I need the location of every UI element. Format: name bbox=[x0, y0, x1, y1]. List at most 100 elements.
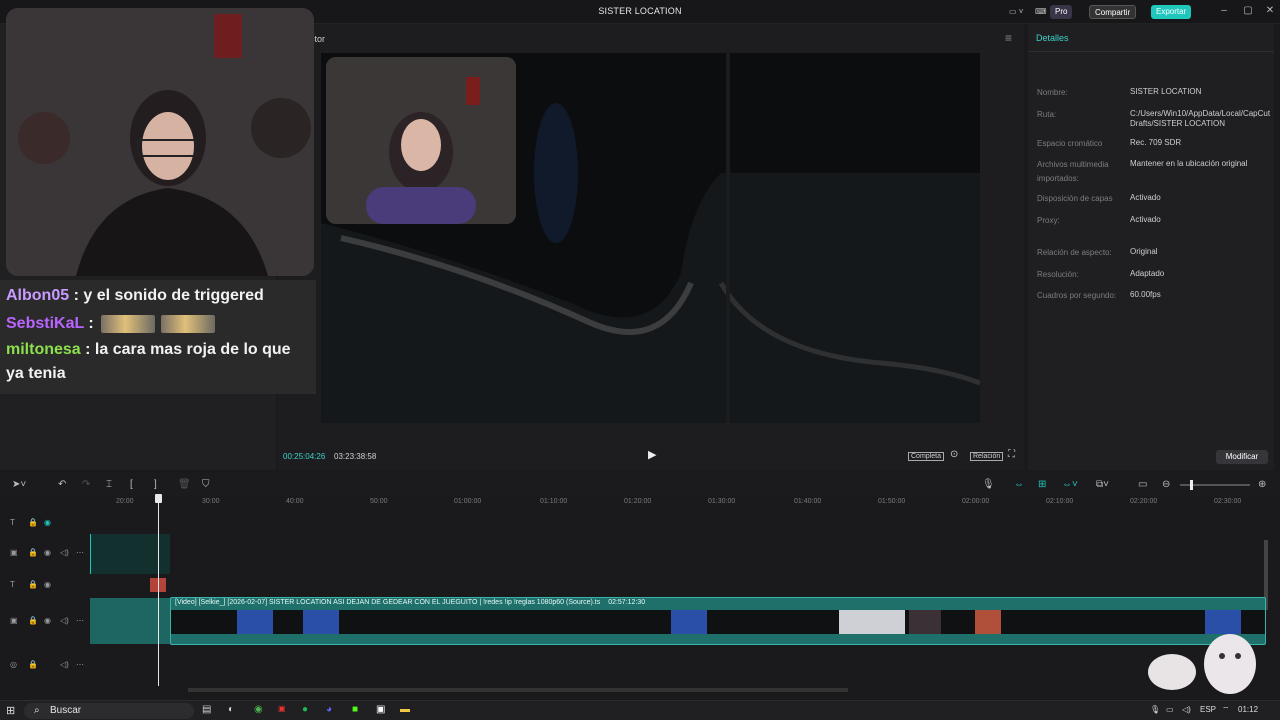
more-icon[interactable]: ⋯ bbox=[76, 616, 84, 625]
detail-label: Archivos multimedia importados: bbox=[1037, 160, 1109, 183]
split-icon[interactable]: ⌶ bbox=[106, 479, 112, 490]
chrome-icon[interactable]: ◉ bbox=[254, 704, 263, 715]
zoom-in-icon[interactable]: ⊕ bbox=[1258, 479, 1266, 490]
streamer-image bbox=[326, 57, 516, 224]
chat-username: Albon05 bbox=[6, 287, 70, 304]
timeline-scrollbar[interactable] bbox=[188, 688, 848, 692]
eye-icon[interactable]: ◉ bbox=[44, 518, 51, 527]
chat-message: miltonesa : la cara mas roja de lo que y… bbox=[6, 338, 310, 386]
playhead[interactable] bbox=[155, 494, 162, 686]
folder-icon[interactable]: ▬ bbox=[400, 704, 410, 715]
export-button[interactable]: Exportar bbox=[1151, 5, 1192, 19]
volume-icon[interactable]: ◁) bbox=[1182, 705, 1191, 714]
main-video-clip[interactable]: [Video] [Selkie_] [2026-02-07] SISTER LO… bbox=[170, 597, 1266, 645]
shield-icon[interactable]: ⛉ bbox=[202, 479, 210, 490]
detail-value: Mantener en la ubicación original bbox=[1130, 159, 1248, 168]
kick-icon[interactable]: ■ bbox=[352, 704, 358, 715]
capcut-icon[interactable]: ▣ bbox=[376, 704, 385, 715]
zoom-slider[interactable] bbox=[1180, 480, 1250, 490]
ratio-button[interactable]: Relación bbox=[970, 452, 1004, 461]
redo-icon[interactable]: ↷ bbox=[82, 479, 90, 490]
minimize-icon[interactable]: – bbox=[1216, 5, 1232, 16]
ruler-tick: 01:50:00 bbox=[878, 498, 906, 505]
focus-icon[interactable]: ⊙ bbox=[950, 449, 958, 460]
zoom-out-icon[interactable]: ⊖ bbox=[1162, 479, 1170, 490]
lock-icon[interactable]: 🔒 bbox=[28, 518, 38, 527]
close-icon[interactable]: ✕ bbox=[1262, 5, 1278, 16]
timeline-ruler[interactable]: 20:00 30:00 40:00 50:00 01:00:00 01:10:00 01:2… bbox=[88, 496, 1280, 510]
audio-icon[interactable]: ◁) bbox=[60, 660, 69, 669]
chat-message: SebstiKaL : bbox=[6, 310, 310, 338]
ruler-tick: 30:00 bbox=[202, 498, 220, 505]
maximize-icon[interactable]: ▢ bbox=[1240, 5, 1256, 16]
link-icon[interactable]: ⇔ bbox=[1014, 479, 1024, 490]
quality-button[interactable]: Completa bbox=[908, 452, 944, 461]
undo-icon[interactable]: ↶ bbox=[58, 479, 66, 490]
eye-icon[interactable]: ◉ bbox=[44, 616, 51, 625]
search-box[interactable]: ⌕ Buscar bbox=[24, 703, 194, 719]
emote-image bbox=[101, 314, 156, 333]
app-icon[interactable]: ◐ bbox=[228, 704, 234, 715]
lock-icon[interactable]: 🔒 bbox=[28, 580, 38, 589]
ruler-tick: 02:20:00 bbox=[1130, 498, 1158, 505]
detail-label: Disposición de capas bbox=[1037, 194, 1113, 203]
clip-label: [Video] [Selkie_] [2026-02-07] SISTER LO… bbox=[175, 599, 645, 606]
audio-icon[interactable]: ◁) bbox=[60, 548, 69, 557]
audio-icon[interactable]: ◁) bbox=[60, 616, 69, 625]
snap-icon[interactable]: ⇔˅ bbox=[1062, 479, 1078, 490]
share-button[interactable]: Compartir bbox=[1089, 5, 1137, 19]
spotify-icon[interactable]: ● bbox=[302, 704, 308, 715]
eye-icon[interactable]: ◉ bbox=[44, 548, 51, 557]
network-icon[interactable]: ▭ bbox=[1166, 705, 1174, 714]
video-viewport[interactable] bbox=[321, 53, 980, 423]
more-icon[interactable]: ⋯ bbox=[76, 548, 84, 557]
wifi-icon[interactable]: ⌔ bbox=[1222, 705, 1230, 715]
preview-axis-icon[interactable]: ⧉˅ bbox=[1096, 479, 1109, 490]
delete-icon[interactable]: 🗑 bbox=[178, 479, 191, 490]
more-icon[interactable]: ⋯ bbox=[76, 660, 84, 669]
start-icon[interactable]: ⊞ bbox=[6, 704, 15, 717]
taskview-icon[interactable]: ▤ bbox=[202, 704, 211, 715]
player-controls: 00:25:04:26 03:23:38:58 ▶ Completa ⊙ Rel… bbox=[278, 444, 1024, 470]
news-icon[interactable]: ▣ bbox=[278, 704, 286, 713]
detail-value: SISTER LOCATION bbox=[1130, 87, 1202, 96]
search-icon: ⌕ bbox=[34, 705, 40, 716]
track-header-video-1: ▣ 🔒 ◉ ◁) ⋯ bbox=[0, 548, 88, 562]
fullscreen-icon[interactable]: ⛶ bbox=[1008, 449, 1015, 460]
magnet-icon[interactable]: ⊞ bbox=[1038, 479, 1046, 490]
eye-icon[interactable]: ◉ bbox=[44, 580, 51, 589]
clip-thumbnails bbox=[171, 610, 1265, 634]
track-header-text-2: T 🔒 ◉ bbox=[0, 580, 88, 594]
text-track-icon: T bbox=[10, 518, 15, 527]
mic-icon[interactable]: 🎙 bbox=[982, 479, 995, 490]
chat-text: : bbox=[88, 315, 94, 332]
lock-icon[interactable]: 🔒 bbox=[28, 660, 38, 669]
modify-button[interactable]: Modificar bbox=[1216, 450, 1268, 464]
trim-left-icon[interactable]: [ bbox=[130, 479, 133, 490]
clip-duration: 02:57:12:30 bbox=[608, 599, 646, 606]
menu-icon[interactable]: ≡ bbox=[1005, 31, 1012, 45]
select-tool-icon[interactable]: ➤˅ bbox=[12, 479, 26, 490]
play-icon[interactable]: ▶ bbox=[648, 448, 656, 461]
language-indicator[interactable]: ESP bbox=[1200, 705, 1216, 714]
webcam-overlay bbox=[6, 8, 314, 276]
pro-button[interactable]: Pro bbox=[1050, 5, 1073, 19]
trim-right-icon[interactable]: ] bbox=[154, 479, 157, 490]
layout-icon[interactable]: ▭ ˅ bbox=[1004, 5, 1028, 19]
detail-value: Activado bbox=[1130, 215, 1161, 224]
discord-icon[interactable]: ◕ bbox=[326, 704, 332, 715]
detail-value: Activado bbox=[1130, 193, 1161, 202]
detail-label: Cuadros por segundo: bbox=[1037, 291, 1117, 300]
keyboard-icon[interactable]: ⌨ bbox=[1030, 5, 1052, 19]
zoom-slider-handle[interactable] bbox=[1190, 480, 1193, 490]
caption-icon[interactable]: ▭ bbox=[1138, 479, 1147, 490]
video-track-icon: ▣ bbox=[10, 616, 18, 625]
search-placeholder: Buscar bbox=[50, 705, 82, 716]
ruler-tick: 02:10:00 bbox=[1046, 498, 1074, 505]
lock-icon[interactable]: 🔒 bbox=[28, 548, 38, 557]
lock-icon[interactable]: 🔒 bbox=[28, 616, 38, 625]
mic-tray-icon[interactable]: 🎙 bbox=[1150, 705, 1160, 714]
detail-label: Proxy: bbox=[1037, 216, 1060, 225]
clock[interactable]: 01:12 bbox=[1238, 705, 1258, 714]
detail-value: Original bbox=[1130, 247, 1158, 256]
